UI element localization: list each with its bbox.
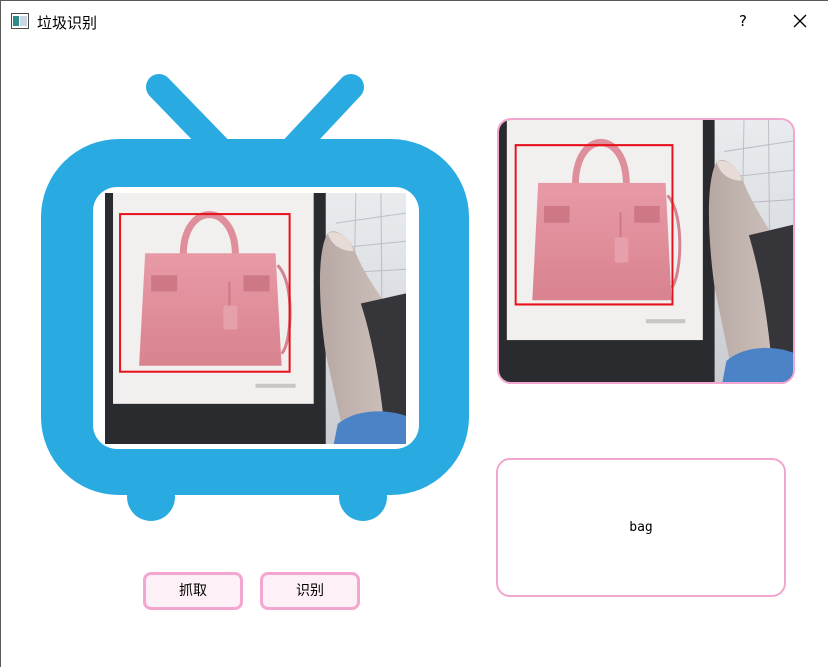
help-button[interactable]: ? bbox=[728, 7, 758, 35]
camera-feed bbox=[105, 193, 406, 444]
grab-button[interactable]: 抓取 bbox=[143, 572, 243, 610]
close-icon[interactable] bbox=[785, 7, 815, 35]
window-title: 垃圾识别 bbox=[37, 14, 98, 32]
result-panel: bag bbox=[496, 458, 786, 597]
identify-button[interactable]: 识别 bbox=[260, 572, 360, 610]
app-window: 垃圾识别 ? bag 抓取 识别 bbox=[0, 0, 828, 667]
result-label: bag bbox=[629, 520, 653, 535]
camera-image bbox=[105, 193, 406, 444]
captured-image-panel bbox=[497, 118, 795, 384]
captured-image bbox=[499, 120, 793, 382]
app-window-icon bbox=[11, 13, 29, 29]
title-bar: 垃圾识别 ? bbox=[1, 1, 828, 41]
